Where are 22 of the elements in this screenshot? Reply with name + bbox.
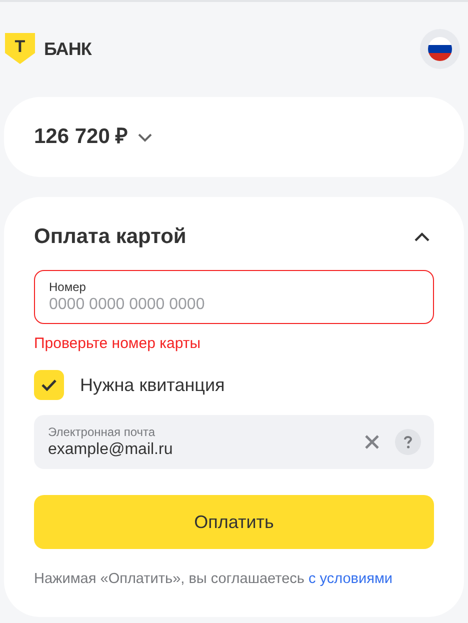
check-icon	[41, 379, 57, 391]
field-label: Электронная почта	[48, 424, 156, 440]
terms-link[interactable]: с условиями	[308, 571, 393, 587]
email-input[interactable]: example@mail.ru	[48, 440, 362, 460]
receipt-checkbox[interactable]	[34, 370, 64, 400]
logo-shield-icon: Т	[5, 33, 35, 65]
question-icon	[404, 436, 412, 448]
close-icon	[365, 435, 379, 449]
field-label: Номер	[49, 279, 87, 295]
help-button[interactable]	[395, 429, 421, 455]
russia-flag-icon	[428, 37, 452, 61]
amount-dropdown[interactable]: 126 720 ₽	[34, 121, 152, 153]
email-field[interactable]: Электронная почта example@mail.ru	[34, 415, 434, 469]
logo-text: БАНК	[44, 38, 92, 60]
checkbox-label: Нужна квитанция	[80, 374, 225, 397]
section-title: Оплата картой	[34, 224, 186, 250]
card-number-input[interactable]: 0000 0000 0000 0000	[49, 295, 419, 315]
pay-button[interactable]: Оплатить	[34, 495, 434, 549]
language-button[interactable]	[420, 29, 460, 69]
terms-text: Нажимая «Оплатить», вы соглашаетесь с условиями	[34, 570, 394, 589]
card-number-field[interactable]: Номер 0000 0000 0000 0000	[34, 270, 434, 324]
error-message: Проверьте номер карты	[34, 334, 202, 354]
